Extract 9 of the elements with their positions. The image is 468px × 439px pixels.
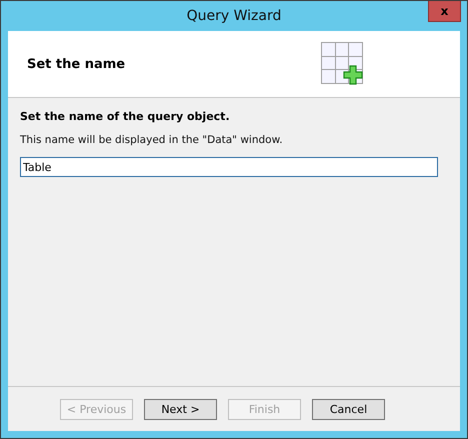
- step-heading: Set the name of the query object.: [20, 110, 230, 123]
- page-title: Set the name: [27, 56, 126, 72]
- wizard-button[interactable]: Cancel: [312, 399, 385, 420]
- window-title: Query Wizard: [186, 8, 282, 24]
- name-input-field[interactable]: Table: [20, 157, 438, 177]
- close-button[interactable]: x: [428, 1, 461, 22]
- step-description: This name will be displayed in the "Data" window.: [20, 134, 283, 146]
- wizard-button[interactable]: Next >: [144, 399, 217, 420]
- table-add-icon: [321, 42, 365, 87]
